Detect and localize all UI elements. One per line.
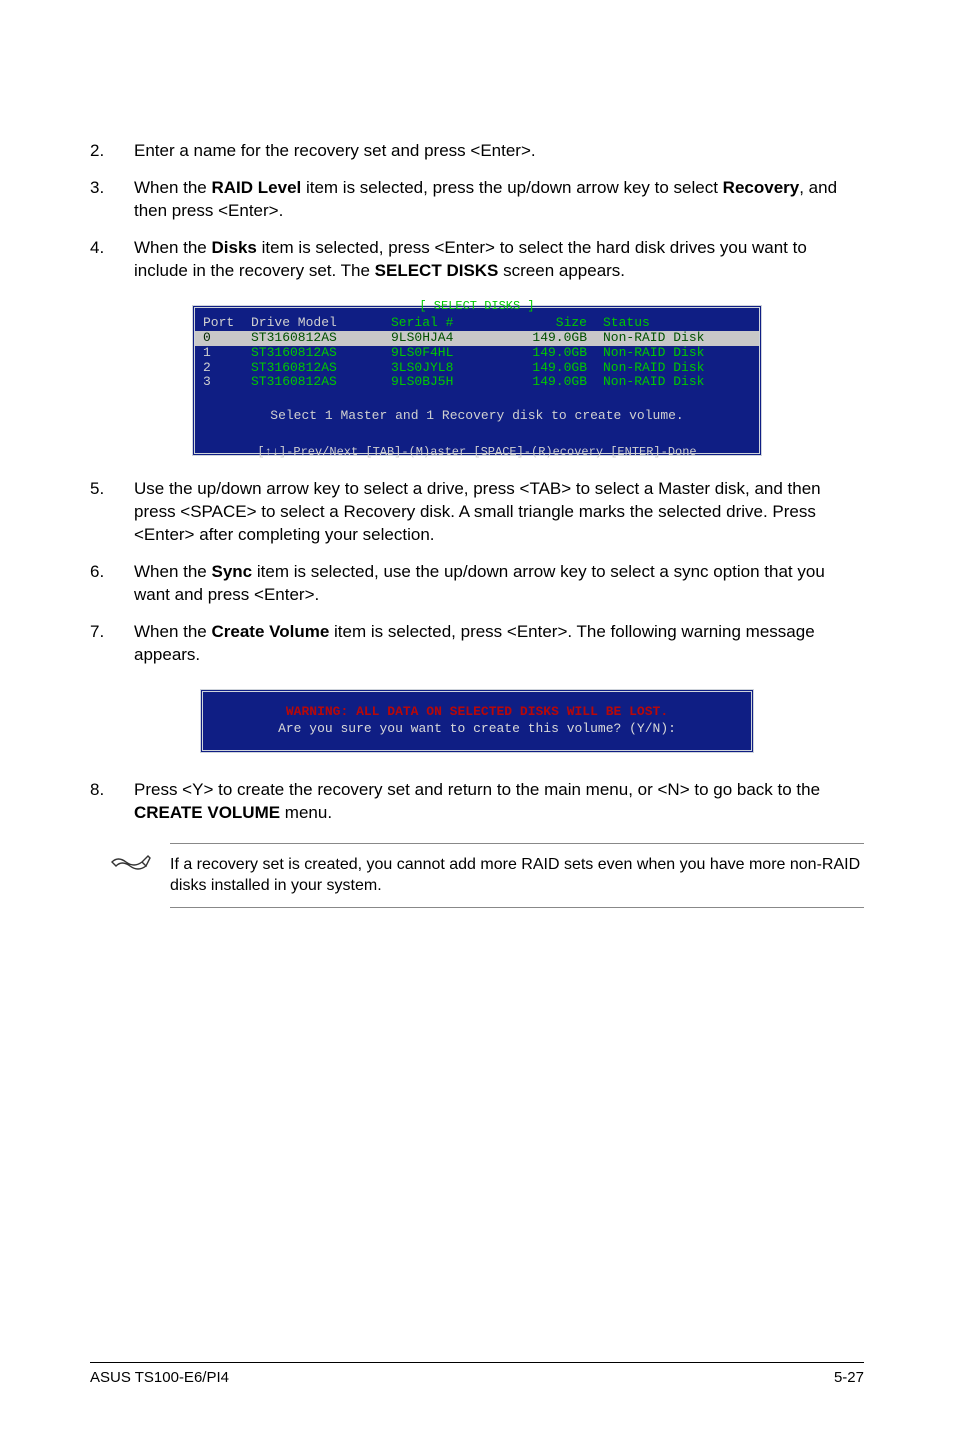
step-body: When the Sync item is selected, use the … [134,561,864,607]
warning-line: WARNING: ALL DATA ON SELECTED DISKS WILL… [203,704,751,719]
table-row: 2 ST3160812AS 3LS0JYL8 149.0GB Non-RAID … [195,361,759,376]
step-body: When the Create Volume item is selected,… [134,621,864,667]
step-number: 5. [90,478,134,547]
table-row: 0 ST3160812AS 9LS0HJA4 149.0GB Non-RAID … [195,331,759,346]
step-5: 5. Use the up/down arrow key to select a… [90,478,864,547]
note-block: If a recovery set is created, you cannot… [90,843,864,908]
step-number: 6. [90,561,134,607]
step-body: When the RAID Level item is selected, pr… [134,177,864,223]
terminal-footer: [↑↓]-Prev/Next [TAB]-(M)aster [SPACE]-(R… [195,445,759,461]
warning-prompt: Are you sure you want to create this vol… [203,721,751,736]
note-text: If a recovery set is created, you cannot… [170,843,864,908]
note-pen-icon [106,852,152,898]
step-4: 4. When the Disks item is selected, pres… [90,237,864,283]
step-body: Use the up/down arrow key to select a dr… [134,478,864,547]
step-number: 8. [90,779,134,825]
step-body: When the Disks item is selected, press <… [134,237,864,283]
step-3: 3. When the RAID Level item is selected,… [90,177,864,223]
step-body: Enter a name for the recovery set and pr… [134,140,864,163]
terminal-title: [ SELECT DISKS ] [195,299,759,313]
footer-left: ASUS TS100-E6/PI4 [90,1369,229,1386]
select-disks-screenshot: [ SELECT DISKS ] Port Drive Model Serial… [192,305,762,457]
table-row: 3 ST3160812AS 9LS0BJ5H 149.0GB Non-RAID … [195,375,759,390]
warning-screenshot: WARNING: ALL DATA ON SELECTED DISKS WILL… [200,689,754,753]
step-number: 2. [90,140,134,163]
page-footer: ASUS TS100-E6/PI4 5-27 [90,1362,864,1386]
footer-right: 5-27 [834,1369,864,1386]
step-7: 7. When the Create Volume item is select… [90,621,864,667]
table-row: 1 ST3160812AS 9LS0F4HL 149.0GB Non-RAID … [195,346,759,361]
step-6: 6. When the Sync item is selected, use t… [90,561,864,607]
step-number: 4. [90,237,134,283]
table-header: Port Drive Model Serial # Size Status [195,316,759,331]
step-2: 2. Enter a name for the recovery set and… [90,140,864,163]
step-8: 8. Press <Y> to create the recovery set … [90,779,864,825]
step-body: Press <Y> to create the recovery set and… [134,779,864,825]
step-number: 7. [90,621,134,667]
step-number: 3. [90,177,134,223]
terminal-instruction: Select 1 Master and 1 Recovery disk to c… [195,390,759,437]
